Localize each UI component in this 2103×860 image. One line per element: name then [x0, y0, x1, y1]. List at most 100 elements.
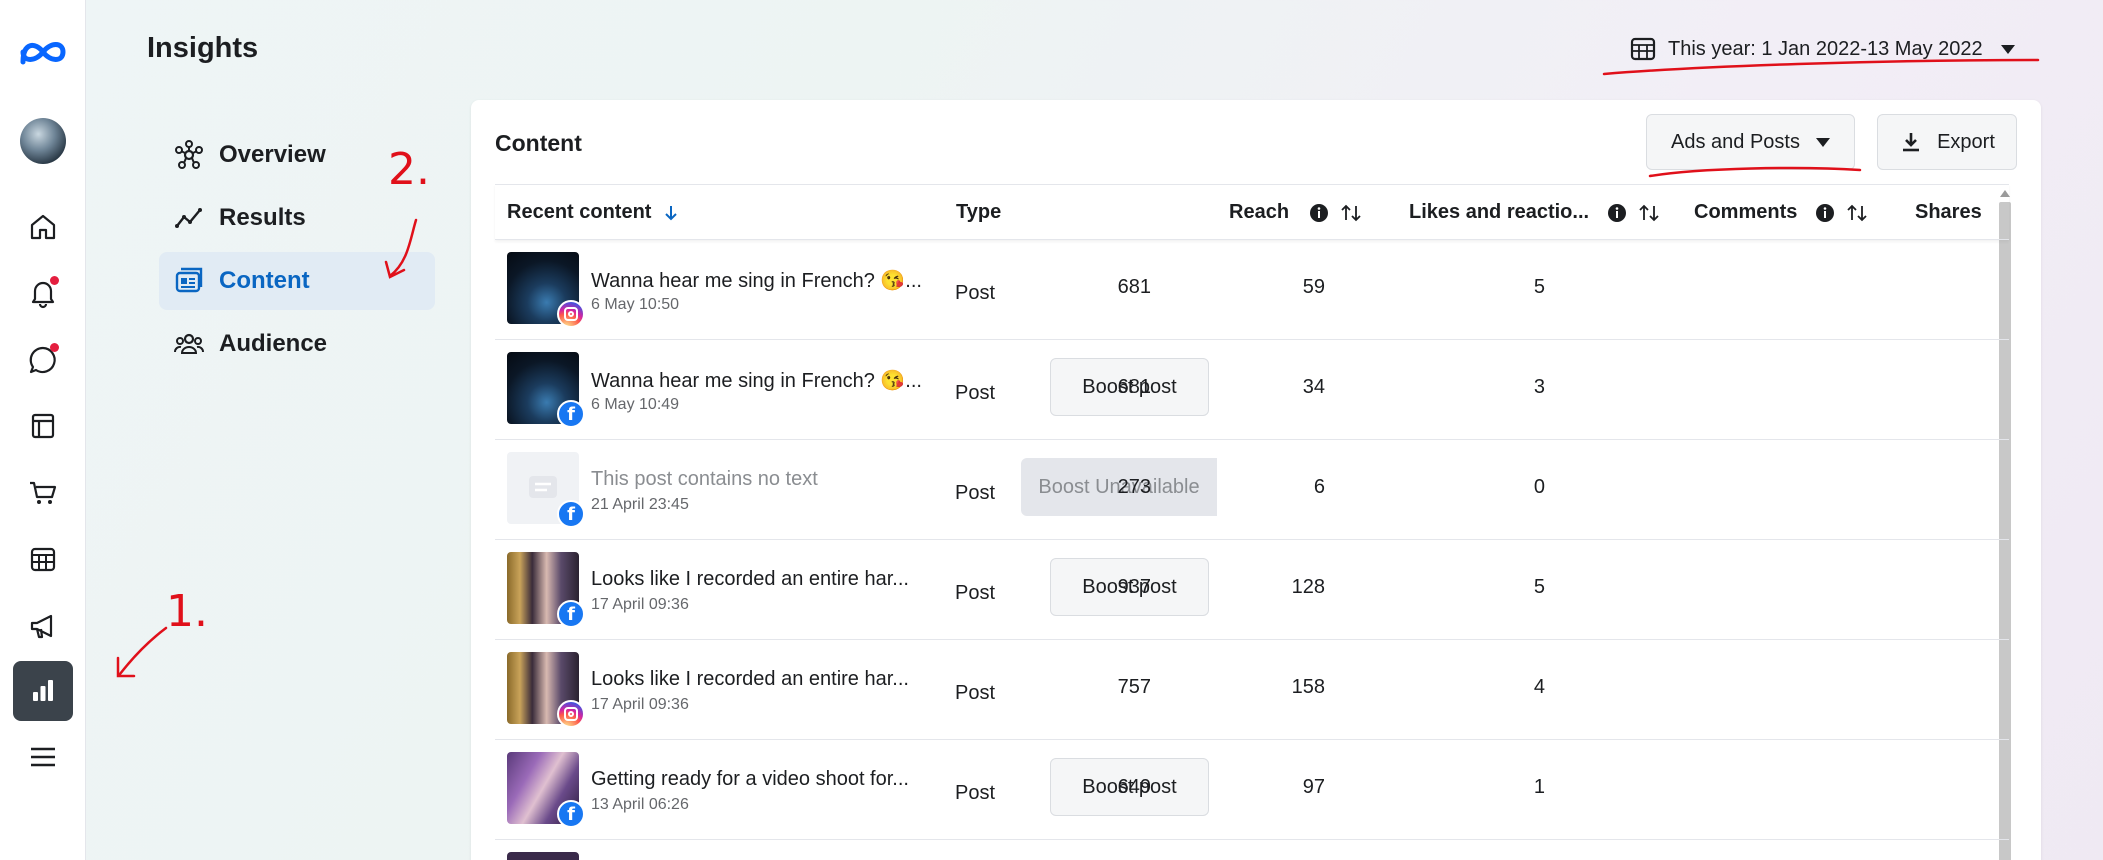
reach-value: 681 [1117, 376, 1151, 398]
post-type: Post [955, 782, 996, 804]
trend-line-icon [175, 208, 202, 228]
chevron-down-icon [1815, 137, 1830, 147]
col-likes[interactable]: Likes and reactio... [1409, 201, 1661, 224]
nav-label: Overview [219, 141, 326, 168]
download-icon [1903, 133, 1920, 152]
bar-chart-icon[interactable] [13, 661, 73, 721]
info-icon[interactable] [1309, 203, 1329, 223]
col-comments[interactable]: Comments [1694, 201, 1869, 224]
home-icon[interactable] [13, 197, 73, 257]
post-text: Looks like I recorded an entire har... [591, 568, 909, 590]
annotation-underline [1602, 58, 2040, 76]
likes-value: 59 [1302, 276, 1325, 298]
post-type: Post [955, 582, 996, 604]
nav-label: Audience [219, 330, 328, 357]
reach-value: 757 [1117, 676, 1151, 698]
table-row[interactable]: Looks like I recorded an entire har... 1… [495, 640, 2009, 740]
nav-item-audience[interactable]: Audience [159, 315, 435, 373]
meta-logo-icon[interactable] [13, 22, 73, 82]
pages-icon[interactable] [13, 396, 73, 456]
comments-value: 0 [1533, 476, 1545, 498]
facebook-icon: f [557, 400, 585, 428]
post-date: 21 April 23:45 [591, 496, 689, 513]
cart-icon[interactable] [13, 463, 73, 523]
col-label: Comments [1694, 201, 1798, 223]
info-icon[interactable] [1607, 203, 1627, 223]
table-row[interactable]: f Wanna hear me sing in French? 😘... 6 M… [495, 340, 2009, 440]
bell-icon[interactable] [13, 263, 73, 323]
comments-value: 3 [1533, 376, 1545, 398]
export-button[interactable]: Export [1877, 114, 2017, 170]
instagram-icon [557, 300, 585, 328]
reach-value: 937 [1117, 576, 1151, 598]
col-label: Type [956, 201, 1002, 223]
info-icon[interactable] [1815, 203, 1835, 223]
likes-value: 158 [1291, 676, 1325, 698]
post-text: Wanna hear me sing in French? 😘... [591, 370, 922, 392]
notification-dot [50, 276, 59, 285]
people-icon [174, 333, 204, 354]
content-table: Recent content Type Reach Likes and reac… [495, 184, 2009, 860]
page-title: Insights [147, 32, 259, 64]
table-row[interactable]: Wanna hear me sing in French? 😘... 6 May… [495, 240, 2009, 340]
ads-and-posts-dropdown[interactable]: Ads and Posts [1646, 114, 1855, 170]
sort-icon[interactable] [1637, 203, 1661, 223]
export-label: Export [1937, 130, 1995, 153]
likes-value: 128 [1291, 576, 1325, 598]
post-text: This post contains no text [591, 468, 818, 490]
date-range-selector[interactable]: This year: 1 Jan 2022-13 May 2022 [1630, 36, 2015, 62]
content-cards-icon [175, 267, 203, 293]
col-shares[interactable]: Shares [1915, 201, 1982, 224]
calendar-icon [1630, 37, 1656, 61]
annotation-label-1: 1. [166, 586, 208, 637]
table-row[interactable]: f This post contains no text 21 April 23… [495, 440, 2009, 540]
table-row[interactable]: f Getting ready for a video shoot for...… [495, 740, 2009, 840]
post-type: Post [955, 682, 996, 704]
nav-item-content[interactable]: Content [159, 252, 435, 310]
comments-value: 5 [1533, 576, 1545, 598]
calendar-grid-icon[interactable] [13, 529, 73, 589]
sort-icon[interactable] [1845, 203, 1869, 223]
text-post-placeholder-icon [529, 476, 557, 498]
content-card: Content Ads and Posts Export Recent cont… [471, 100, 2041, 860]
post-text: Getting ready for a video shoot for... [591, 768, 909, 790]
instagram-icon [557, 700, 585, 728]
nav-item-overview[interactable]: Overview [159, 126, 435, 184]
avatar[interactable] [20, 118, 66, 164]
facebook-icon: f [557, 800, 585, 828]
col-label: Recent content [507, 201, 652, 223]
chevron-down-icon [2000, 44, 2015, 54]
network-icon [175, 140, 203, 169]
reach-value: 681 [1117, 276, 1151, 298]
left-rail [0, 0, 86, 860]
date-range-label: This year: 1 Jan 2022-13 May 2022 [1668, 37, 1983, 60]
post-type: Post [955, 282, 996, 304]
col-label: Shares [1915, 201, 1982, 223]
nav-item-results[interactable]: Results [159, 189, 435, 247]
menu-icon[interactable] [13, 727, 73, 787]
post-date: 17 April 09:36 [591, 596, 689, 613]
annotation-arrowhead [116, 656, 136, 678]
comments-value: 4 [1533, 676, 1545, 698]
post-date: 6 May 10:50 [591, 296, 680, 313]
sort-icon[interactable] [1339, 203, 1363, 223]
nav-label: Results [219, 204, 306, 231]
facebook-icon: f [557, 500, 585, 528]
table-row[interactable]: f Looks like I recorded an entire har...… [495, 540, 2009, 640]
likes-value: 97 [1302, 776, 1325, 798]
chat-icon[interactable] [13, 330, 73, 390]
comments-value: 1 [1533, 776, 1545, 798]
post-thumbnail [507, 852, 579, 860]
table-header: Recent content Type Reach Likes and reac… [495, 184, 2009, 240]
col-recent-content[interactable]: Recent content [507, 201, 681, 224]
nav-label: Content [219, 267, 310, 294]
post-text: Looks like I recorded an entire har... [591, 668, 909, 690]
content-title: Content [495, 130, 582, 156]
facebook-icon: f [557, 600, 585, 628]
megaphone-icon[interactable] [13, 596, 73, 656]
notification-dot [50, 343, 59, 352]
arrow-down-icon [665, 205, 678, 220]
col-reach[interactable]: Reach [1229, 201, 1363, 224]
table-row[interactable] [495, 840, 2009, 860]
col-label: Reach [1229, 201, 1290, 223]
